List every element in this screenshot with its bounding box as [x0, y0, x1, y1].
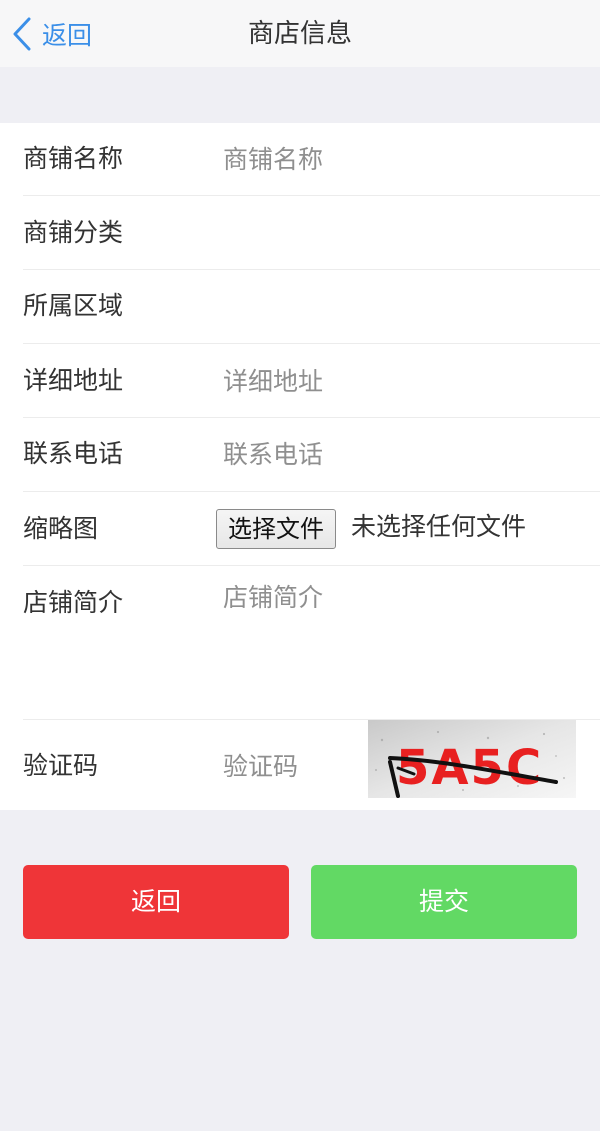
phone-row: 联系电话	[23, 418, 600, 492]
address-row: 详细地址	[23, 344, 600, 418]
thumbnail-row: 缩略图 选择文件 未选择任何文件	[23, 492, 600, 566]
shop-info-form: 商铺名称 商铺分类 所属区域 详细地址 联系电话 缩略图 选择文件 未选择任何文…	[0, 123, 600, 810]
captcha-label: 验证码	[23, 751, 99, 780]
region-select[interactable]	[223, 291, 590, 327]
back-button[interactable]: 返回	[23, 865, 289, 939]
captcha-row: 验证码 5A5C	[23, 720, 600, 810]
region-row[interactable]: 所属区域	[23, 270, 600, 344]
intro-label: 店铺简介	[23, 588, 124, 617]
captcha-input[interactable]	[223, 748, 340, 784]
intro-textarea[interactable]	[223, 578, 590, 698]
file-status-text: 未选择任何文件	[351, 512, 527, 541]
region-label: 所属区域	[23, 291, 124, 320]
page-title: 商店信息	[247, 19, 352, 49]
category-label: 商铺分类	[23, 218, 124, 247]
shop-name-label: 商铺名称	[23, 144, 124, 173]
thumbnail-label: 缩略图	[23, 514, 99, 543]
navbar: 返回 商店信息	[0, 0, 600, 67]
address-input[interactable]	[223, 363, 590, 399]
phone-input[interactable]	[223, 436, 590, 472]
intro-row: 店铺简介	[23, 566, 600, 720]
shop-name-row: 商铺名称	[23, 123, 600, 196]
category-select[interactable]	[223, 218, 590, 254]
captcha-image[interactable]: 5A5C	[368, 720, 576, 798]
submit-button[interactable]: 提交	[311, 865, 577, 939]
shop-name-input[interactable]	[223, 141, 590, 177]
phone-label: 联系电话	[23, 439, 124, 468]
category-row[interactable]: 商铺分类	[23, 196, 600, 270]
address-label: 详细地址	[23, 366, 124, 395]
choose-file-button[interactable]: 选择文件	[216, 509, 336, 549]
